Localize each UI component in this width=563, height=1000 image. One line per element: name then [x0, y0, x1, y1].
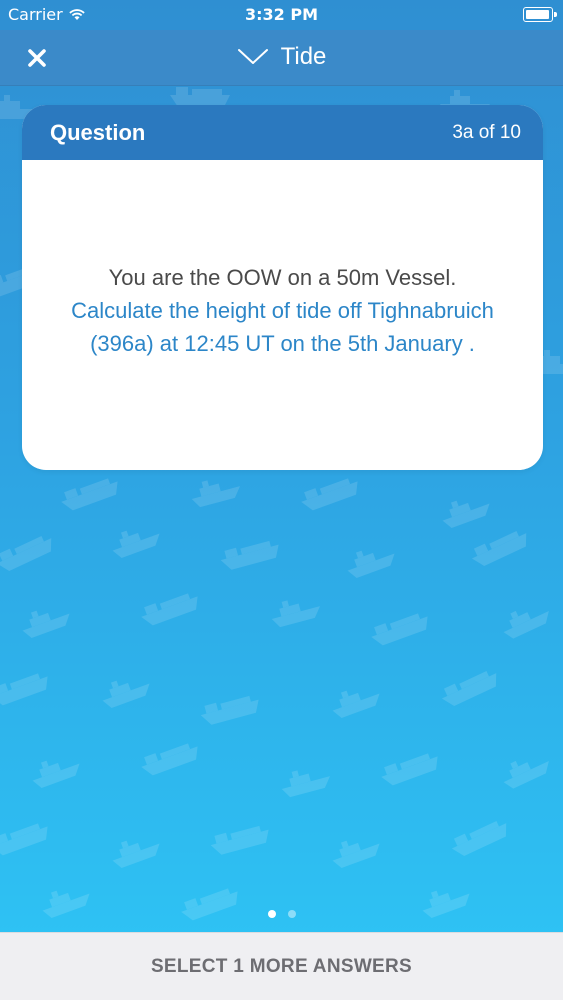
- question-card-header: Question 3a of 10: [22, 105, 543, 160]
- battery-icon: [523, 7, 557, 22]
- question-progress: 3a of 10: [452, 121, 521, 143]
- chevron-down-icon: [237, 49, 268, 64]
- question-task: Calculate the height of tide off Tighnab…: [71, 297, 494, 356]
- select-answers-label: SELECT 1 MORE ANSWERS: [150, 955, 413, 977]
- question-body: You are the OOW on a 50m Vessel. Calcula…: [22, 160, 543, 470]
- page-dot-active[interactable]: [267, 910, 276, 918]
- question-intro: You are the OOW on a 50m Vessel.: [108, 264, 457, 290]
- page-dot[interactable]: [287, 910, 296, 918]
- question-card: Question 3a of 10 You are the OOW on a 5…: [22, 105, 543, 470]
- select-answers-button[interactable]: SELECT 1 MORE ANSWERS: [0, 932, 563, 1000]
- nav-title: Tide: [280, 43, 327, 70]
- question-heading: Question: [50, 119, 146, 145]
- status-bar: Carrier 3:32 PM: [0, 0, 563, 30]
- page-indicator[interactable]: [0, 910, 563, 918]
- nav-bar: Tide: [0, 30, 563, 86]
- status-time: 3:32 PM: [244, 5, 318, 24]
- topic-selector[interactable]: Tide: [0, 43, 563, 71]
